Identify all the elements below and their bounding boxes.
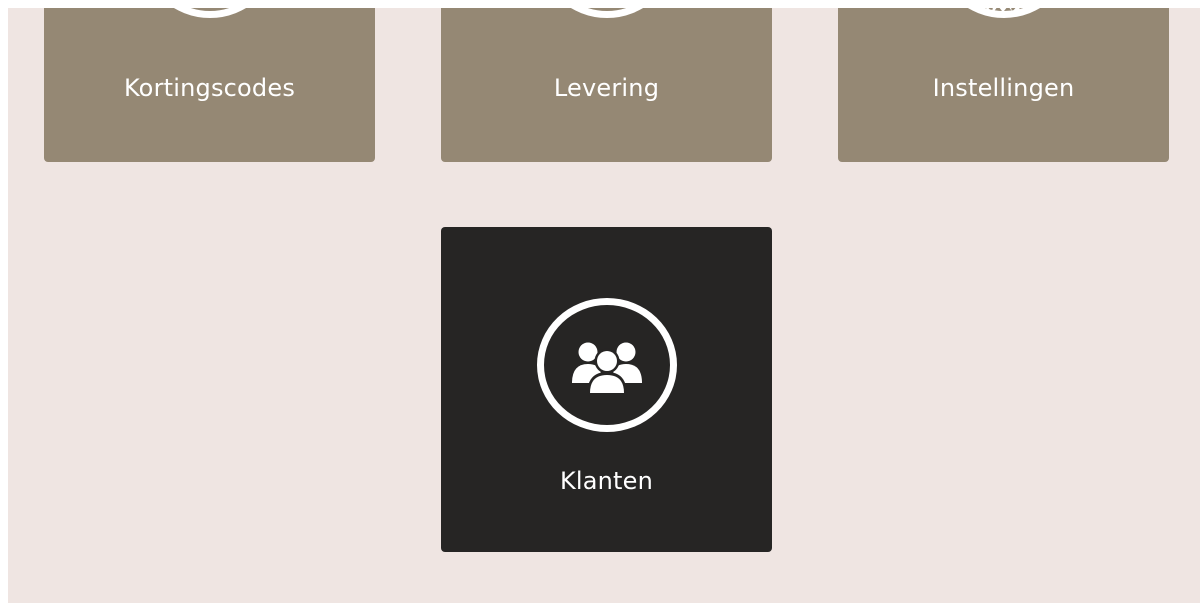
- tile-label: Kortingscodes: [123, 74, 296, 102]
- gear-icon-teeth: [986, 8, 1020, 14]
- delivery-icon: [537, 8, 677, 18]
- customers-icon: [572, 342, 642, 393]
- tile-kortingscodes[interactable]: Kortingscodes: [44, 8, 375, 162]
- discount-icon: [140, 8, 280, 18]
- tile-label: Instellingen: [932, 74, 1075, 102]
- tile-instellingen[interactable]: Instellingen: [838, 8, 1169, 162]
- tile-label: Levering: [553, 74, 660, 102]
- tile-levering[interactable]: Levering: [441, 8, 772, 162]
- tile-klanten[interactable]: Klanten: [441, 227, 772, 552]
- dashboard-grid: Kortingscodes Levering Instellingen Klan…: [8, 8, 1200, 603]
- customers-icon-ring: [537, 298, 677, 432]
- tile-label: Klanten: [559, 467, 654, 495]
